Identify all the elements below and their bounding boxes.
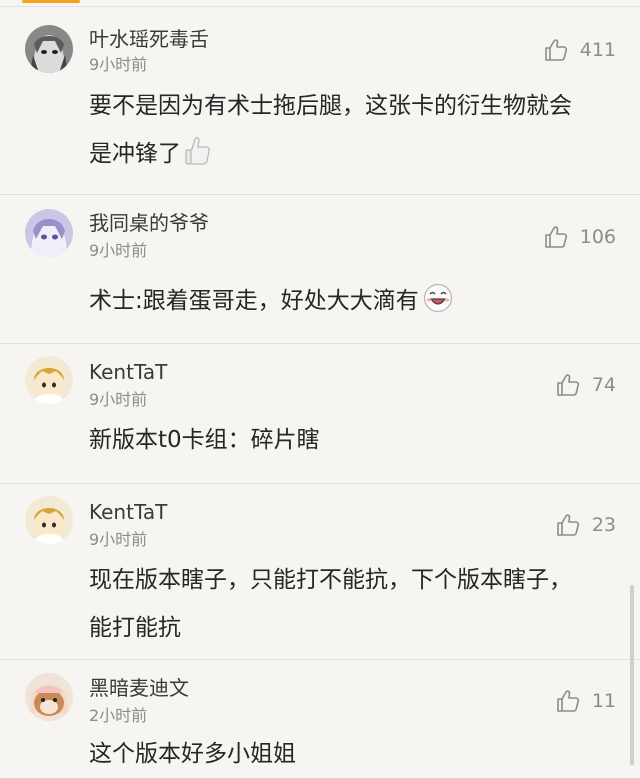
grinning-face-emoji bbox=[423, 282, 453, 330]
thumbs-up-icon bbox=[544, 226, 567, 248]
username[interactable]: 我同桌的爷爷 bbox=[89, 211, 209, 235]
scrollbar[interactable] bbox=[630, 585, 634, 765]
timestamp: 9小时前 bbox=[89, 390, 148, 409]
like-button[interactable]: 411 bbox=[544, 38, 616, 62]
thumbs-up-icon bbox=[557, 690, 579, 712]
like-count: 11 bbox=[591, 690, 616, 712]
avatar[interactable] bbox=[25, 209, 73, 257]
comment-text: 现在版本瞎子，只能打不能抗，下个版本瞎子， 能打能抗 bbox=[89, 556, 619, 652]
username[interactable]: KentTaT bbox=[89, 360, 167, 384]
avatar[interactable] bbox=[25, 356, 73, 404]
comment-text-line: 要不是因为有术士拖后腿，这张卡的衍生物就会 bbox=[89, 93, 572, 119]
thumbs-up-icon bbox=[557, 374, 579, 396]
comment-text-line: 能打能抗 bbox=[89, 615, 181, 641]
comment-text-segment: 是冲锋了 bbox=[89, 141, 181, 167]
like-count: 411 bbox=[579, 39, 616, 61]
username[interactable]: KentTaT bbox=[89, 500, 167, 524]
comment-text: 这个版本好多小姐姐 bbox=[89, 730, 619, 778]
avatar[interactable] bbox=[25, 25, 73, 73]
avatar[interactable] bbox=[25, 496, 73, 544]
thumbs-up-icon bbox=[557, 514, 579, 536]
comment-item: 黑暗麦迪文 2小时前 11 这个版本好多小姐姐 bbox=[0, 660, 640, 776]
username[interactable]: 黑暗麦迪文 bbox=[89, 676, 189, 700]
comment-text-line: 术士:跟着蛋哥走，好处大大滴有 bbox=[89, 288, 419, 314]
comment-text: 新版本t0卡组：碎片瞎 bbox=[89, 416, 619, 464]
comment-item: KentTaT 9小时前 23 现在版本瞎子，只能打不能抗，下个版本瞎子， 能打… bbox=[0, 484, 640, 660]
comment-item: 叶水瑶死毒舌 9小时前 411 要不是因为有术士拖后腿，这张卡的衍生物就会 是冲… bbox=[0, 8, 640, 195]
username[interactable]: 叶水瑶死毒舌 bbox=[89, 27, 209, 51]
comment-item: KentTaT 9小时前 74 新版本t0卡组：碎片瞎 bbox=[0, 344, 640, 484]
like-button[interactable]: 74 bbox=[556, 373, 616, 397]
thumbs-up-icon bbox=[544, 39, 567, 61]
comment-text-line: 这个版本好多小姐姐 bbox=[89, 741, 296, 767]
like-button[interactable]: 106 bbox=[544, 225, 616, 249]
avatar[interactable] bbox=[25, 673, 73, 721]
timestamp: 9小时前 bbox=[89, 530, 148, 549]
like-count: 106 bbox=[579, 226, 616, 248]
active-tab-indicator bbox=[22, 0, 80, 3]
comment-text-line: 新版本t0卡组：碎片瞎 bbox=[89, 427, 320, 453]
like-count: 74 bbox=[591, 374, 616, 396]
thumbs-up-emoji bbox=[185, 135, 211, 183]
comment-item: 我同桌的爷爷 9小时前 106 术士:跟着蛋哥走，好处大大滴有 bbox=[0, 195, 640, 344]
comment-text: 术士:跟着蛋哥走，好处大大滴有 bbox=[89, 277, 619, 330]
like-button[interactable]: 11 bbox=[556, 689, 616, 713]
comment-text-line: 是冲锋了 bbox=[89, 130, 619, 183]
comment-text: 要不是因为有术士拖后腿，这张卡的衍生物就会 是冲锋了 bbox=[89, 82, 619, 183]
timestamp: 9小时前 bbox=[89, 241, 148, 260]
like-count: 23 bbox=[591, 514, 616, 536]
timestamp: 9小时前 bbox=[89, 55, 148, 74]
timestamp: 2小时前 bbox=[89, 706, 148, 725]
top-divider bbox=[0, 6, 640, 7]
like-button[interactable]: 23 bbox=[556, 513, 616, 537]
comment-text-line: 现在版本瞎子，只能打不能抗，下个版本瞎子， bbox=[89, 567, 572, 593]
